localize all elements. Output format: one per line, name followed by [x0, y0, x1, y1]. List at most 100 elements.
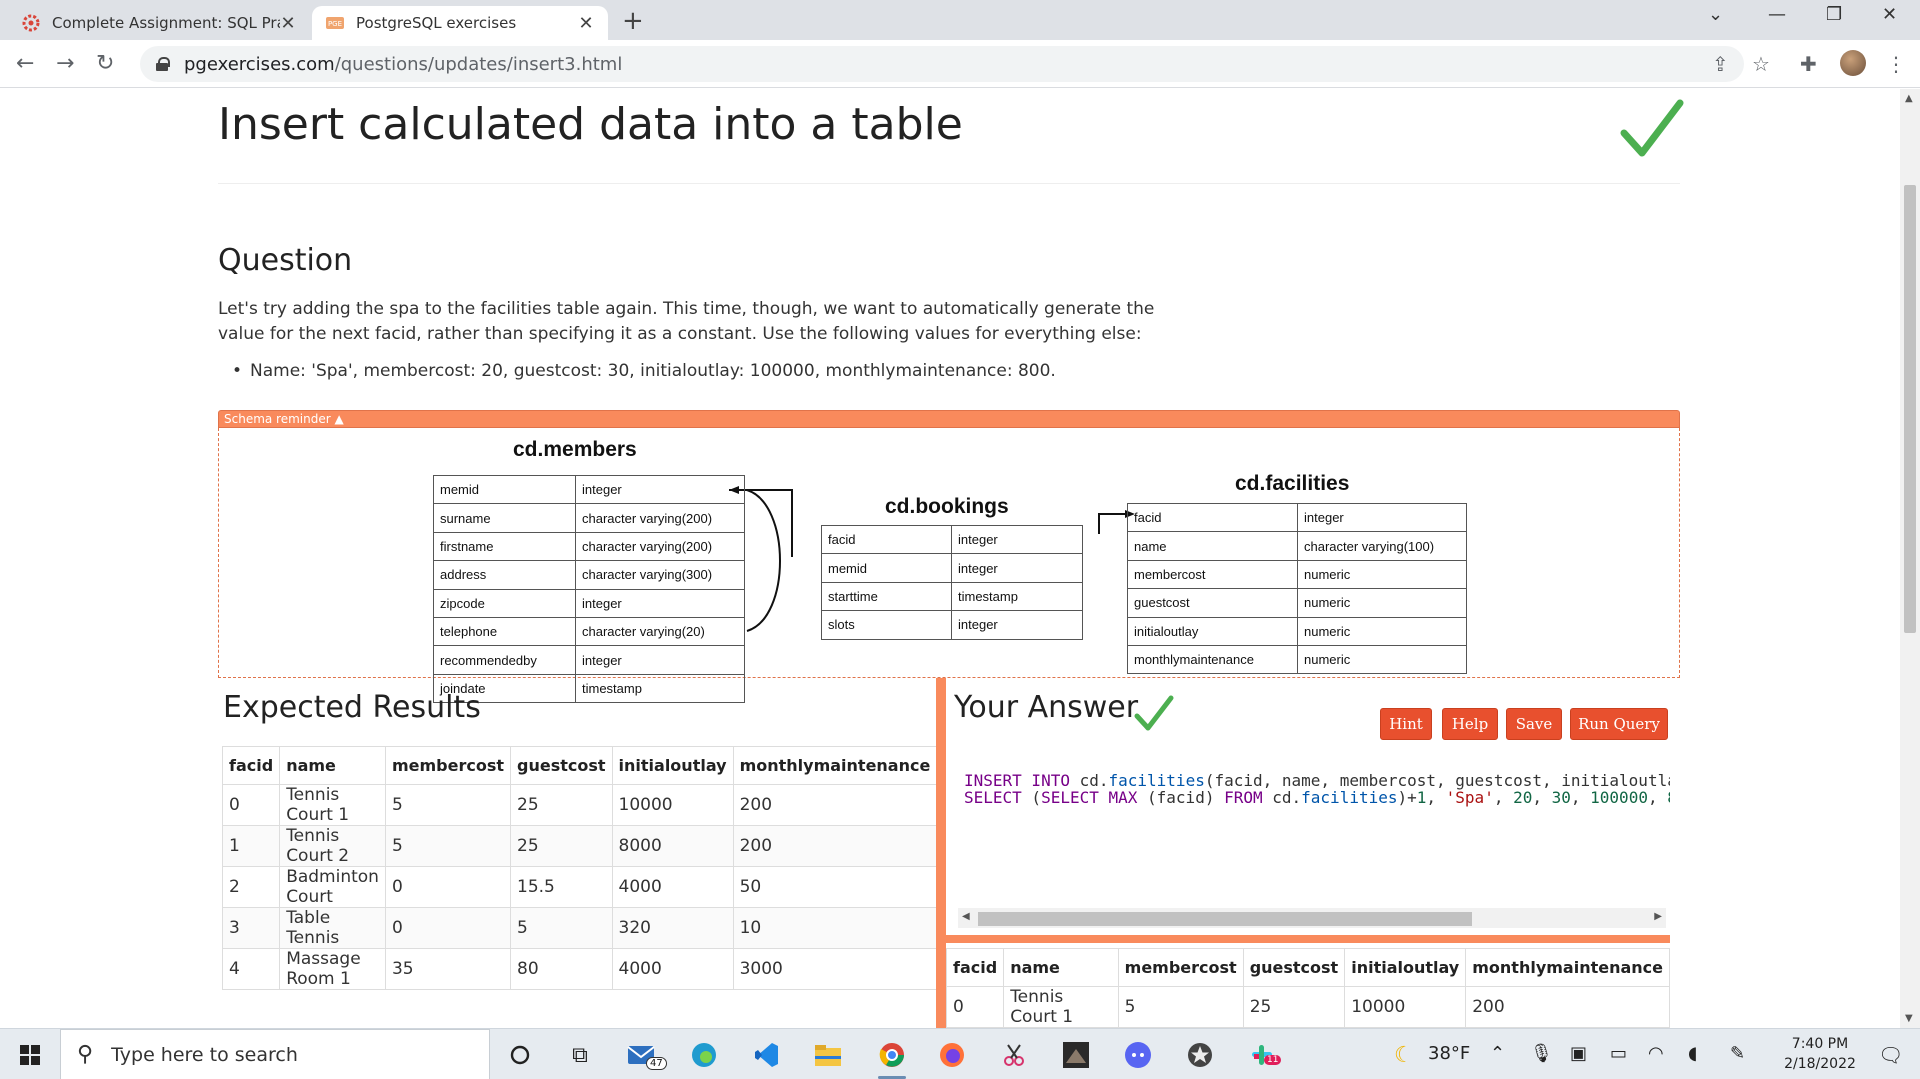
rockstar-launcher-icon[interactable] — [1184, 1039, 1216, 1071]
column-header: facid — [945, 948, 1005, 987]
column-name: guestcost — [1127, 588, 1298, 618]
cell: 200 — [1465, 986, 1670, 1028]
speaker-icon[interactable]: ◖ — [1688, 1043, 1697, 1064]
scroll-left-arrow-icon[interactable]: ◀ — [962, 911, 970, 922]
back-arrow-icon[interactable]: ← — [16, 51, 34, 76]
schema-row: recommendedby integer — [433, 645, 745, 675]
clock-date: 2/18/2022 — [1784, 1056, 1856, 1072]
scroll-right-arrow-icon[interactable]: ▶ — [1654, 911, 1662, 922]
editor-results-splitter[interactable] — [946, 935, 1670, 943]
close-window-button[interactable]: ✕ — [1882, 4, 1897, 25]
address-bar[interactable]: pgexercises.com/questions/updates/insert… — [140, 46, 1744, 82]
weather-moon-icon[interactable]: ☾ — [1394, 1043, 1414, 1068]
code-line: INSERT INTO cd.facilities(facid, name, m… — [964, 771, 1670, 790]
bookmark-star-icon[interactable]: ☆ — [1752, 52, 1770, 76]
windows-start-icon[interactable] — [20, 1045, 40, 1065]
solved-check-icon — [1620, 99, 1684, 157]
cell: Tennis Court 1 — [1003, 986, 1119, 1028]
cell: 80 — [510, 948, 613, 990]
cell: 5 — [384, 784, 512, 826]
members-table-title: cd.members — [513, 438, 637, 461]
mail-icon[interactable]: 47 — [626, 1039, 667, 1071]
battery-icon[interactable]: ▭ — [1610, 1043, 1627, 1064]
expected-results-table: facid name membercost guestcost initialo… — [221, 746, 938, 990]
scroll-thumb[interactable] — [1904, 185, 1916, 633]
column-name: monthlymaintenance — [1127, 644, 1298, 675]
hint-button[interactable]: Hint — [1380, 708, 1432, 740]
cell: Massage Room 1 — [279, 948, 386, 990]
extensions-puzzle-icon[interactable]: ✚ — [1800, 52, 1817, 76]
forward-arrow-icon[interactable]: → — [56, 51, 74, 76]
column-type: integer — [951, 610, 1083, 640]
schema-reminder-toggle[interactable]: Schema reminder ▲ — [218, 410, 1680, 428]
wifi-icon[interactable]: ◠ — [1648, 1043, 1664, 1064]
url-path: /questions/updates/insert3.html — [334, 53, 623, 75]
close-tab-icon[interactable]: ✕ — [578, 13, 594, 34]
column-header: membercost — [1117, 948, 1244, 987]
schema-row: monthlymaintenance numeric — [1127, 644, 1467, 675]
facilities-schema-table: facid integer name character varying(100) … — [1127, 502, 1467, 675]
tab-pgexercises[interactable]: PGE PostgreSQL exercises ✕ — [312, 6, 608, 40]
tab-title: PostgreSQL exercises — [356, 14, 517, 32]
snipping-tool-icon[interactable] — [998, 1039, 1030, 1071]
column-type: numeric — [1297, 616, 1467, 646]
members-schema-table: memid integer surname character varying(20… — [433, 474, 745, 704]
scroll-thumb[interactable] — [978, 912, 1472, 926]
slack-badge: 11 — [1264, 1055, 1282, 1065]
discord-icon[interactable] — [1122, 1039, 1154, 1071]
share-icon[interactable]: ⇪ — [1712, 52, 1729, 76]
editor-horizontal-scrollbar[interactable]: ◀ ▶ — [958, 908, 1666, 928]
sql-editor[interactable]: INSERT INTO cd.facilities(facid, name, m… — [954, 764, 1670, 902]
menu-dots-icon[interactable]: ⋮ — [1886, 52, 1906, 76]
scroll-down-arrow-icon[interactable]: ▼ — [1905, 1013, 1913, 1024]
minimize-button[interactable]: — — [1768, 4, 1786, 25]
column-name: firstname — [433, 531, 576, 562]
help-button[interactable]: Help — [1442, 708, 1498, 740]
game-app-icon[interactable] — [1060, 1039, 1092, 1071]
scroll-up-arrow-icon[interactable]: ▲ — [1905, 93, 1913, 104]
your-answer-panel: Your Answer Hint Help Save Run Query INS… — [945, 678, 1680, 1028]
bullet-dot: • — [232, 361, 243, 381]
table-row: 4 Massage Room 1 35 80 4000 3000 — [221, 948, 938, 990]
profile-avatar[interactable] — [1840, 50, 1866, 76]
schema-row: starttime timestamp — [821, 581, 1083, 612]
firefox-icon[interactable] — [936, 1039, 968, 1071]
cell: 4000 — [611, 866, 734, 908]
taskbar-search-input[interactable]: ⚲ Type here to search — [60, 1029, 490, 1079]
weather-temperature[interactable]: 38°F — [1428, 1043, 1470, 1064]
screen-icon[interactable]: ▣ — [1570, 1043, 1587, 1064]
column-name: recommendedby — [433, 645, 576, 675]
chrome-icon[interactable] — [876, 1039, 908, 1079]
close-tab-icon[interactable]: ✕ — [280, 13, 296, 34]
edge-browser-icon[interactable] — [688, 1039, 720, 1071]
bookings-schema-table: facid integer memid integer starttime times… — [821, 524, 1083, 640]
cell: 8000 — [611, 825, 734, 867]
pen-icon[interactable]: ✎ — [1730, 1043, 1745, 1064]
pge-icon: PGE — [326, 17, 344, 29]
taskbar-clock[interactable]: 7:40 PM 2/18/2022 — [1772, 1034, 1868, 1074]
lock-icon[interactable] — [156, 57, 170, 71]
page-vertical-scrollbar[interactable]: ▲ ▼ — [1900, 89, 1920, 1028]
microphone-icon[interactable]: 🎙 — [1530, 1043, 1553, 1064]
tab-sql-practice[interactable]: Complete Assignment: SQL Pract ✕ — [8, 6, 310, 40]
save-button[interactable]: Save — [1506, 708, 1562, 740]
panel-splitter-handle[interactable] — [936, 678, 946, 1028]
vscode-icon[interactable] — [750, 1039, 782, 1071]
file-explorer-icon[interactable] — [812, 1039, 844, 1071]
tray-chevron-up-icon[interactable]: ⌃ — [1490, 1043, 1505, 1064]
column-name: facid — [821, 524, 952, 555]
run-query-button[interactable]: Run Query — [1570, 708, 1668, 740]
question-bullet: • Name: 'Spa', membercost: 20, guestcost… — [232, 361, 1056, 381]
column-header: guestcost — [510, 746, 613, 785]
tab-search-chevron-icon[interactable]: ⌄ — [1708, 4, 1723, 25]
new-tab-button[interactable]: + — [622, 6, 644, 36]
reload-icon[interactable]: ↻ — [96, 51, 114, 76]
your-results-table: facid name membercost guestcost initialo… — [945, 948, 1670, 1028]
cortana-icon[interactable] — [504, 1039, 536, 1071]
cell: Tennis Court 1 — [279, 784, 386, 826]
notifications-icon[interactable]: 🗨 — [1878, 1043, 1903, 1067]
task-view-icon[interactable]: ⧉ — [564, 1039, 596, 1071]
cell: 0 — [384, 907, 512, 949]
slack-icon[interactable]: 11 — [1246, 1039, 1282, 1071]
restore-button[interactable]: ❐ — [1826, 4, 1842, 25]
